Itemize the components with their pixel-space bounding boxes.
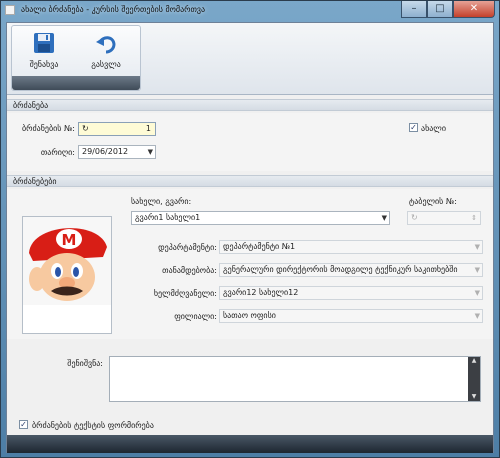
window-content: შენახვა გასვლა ბრძანება ბრძანების №: ↻ 1…	[6, 22, 494, 453]
ribbon-group-footer	[12, 76, 140, 90]
close-button[interactable]: ✕	[453, 1, 495, 18]
department-label: დეპარტამენტი:	[158, 243, 217, 252]
avatar-image: M	[23, 217, 111, 305]
scroll-down-icon[interactable]: ▼	[468, 393, 480, 400]
employee-photo: M	[22, 216, 112, 334]
svg-text:M: M	[62, 231, 77, 249]
department-value: დეპარტამენტი №1	[223, 242, 296, 251]
minimize-button[interactable]: –	[401, 1, 427, 18]
title-bar: ახალი ბრძანება - კურსის შეერთების მომართ…	[1, 1, 499, 21]
dropdown-arrow-icon: ▼	[474, 312, 480, 320]
date-label: თარიღი:	[40, 148, 75, 157]
order-section: ბრძანების №: ↻ 1 თარიღი: 29/06/2012 ▼ ✓ …	[7, 113, 493, 171]
manager-value: გვარი12 სახელი12	[223, 288, 299, 297]
position-dropdown: გენერალური დირექტორის მოადგილე ტექნიკურ …	[219, 263, 483, 277]
order-number-field[interactable]: ↻ 1	[78, 122, 156, 136]
ribbon-group-actions: შენახვა გასვლა	[11, 25, 141, 91]
save-button-label: შენახვა	[29, 60, 59, 69]
exit-button-label: გასვლა	[91, 60, 121, 69]
name-value: გვარი1 სახელი1	[135, 213, 201, 222]
date-picker[interactable]: 29/06/2012 ▼	[78, 145, 156, 159]
notes-textarea[interactable]: ▲ ▼	[109, 356, 481, 402]
date-value: 29/06/2012	[82, 147, 129, 156]
maximize-button[interactable]: □	[427, 1, 453, 18]
branch-label: ფილიალი:	[174, 312, 217, 321]
ribbon: შენახვა გასვლა	[7, 23, 493, 95]
manager-dropdown: გვარი12 სახელი12 ▼	[219, 286, 483, 300]
text-form-checkbox[interactable]: ✓	[19, 420, 28, 429]
tabel-number-field: ↻ ⇕	[407, 211, 481, 225]
dropdown-arrow-icon: ▼	[474, 243, 480, 251]
order-number-value: 1	[145, 124, 151, 133]
orders-section-header: ბრძანებები	[7, 175, 493, 187]
manager-label: ხელმძღვანელი:	[153, 289, 217, 298]
name-dropdown[interactable]: გვარი1 სახელი1 ▼	[131, 211, 390, 225]
undo-arrow-icon	[96, 36, 116, 54]
order-section-header: ბრძანება	[7, 99, 493, 111]
position-value: გენერალური დირექტორის მოადგილე ტექნიკურ …	[223, 265, 458, 274]
status-bar	[7, 435, 493, 453]
position-label: თანამდებობა:	[162, 266, 217, 275]
notes-scrollbar[interactable]: ▲ ▼	[468, 357, 480, 401]
new-checkbox[interactable]: ✓	[409, 123, 418, 132]
exit-button[interactable]: გასვლა	[78, 30, 134, 74]
refresh-icon: ↻	[411, 213, 418, 222]
notes-label: შენიშვნა:	[67, 359, 103, 368]
tabel-number-label: ტაბელის №:	[409, 197, 457, 206]
scroll-up-icon[interactable]: ▲	[468, 357, 480, 364]
dropdown-arrow-icon: ▼	[474, 264, 480, 276]
dropdown-arrow-icon[interactable]: ▼	[148, 146, 153, 158]
order-number-label: ბრძანების №:	[21, 124, 75, 133]
branch-dropdown: სათაო ოფისი ▼	[219, 309, 483, 323]
department-dropdown: დეპარტამენტი №1 ▼	[219, 240, 483, 254]
app-icon	[5, 5, 15, 15]
window-title: ახალი ბრძანება - კურსის შეერთების მომართ…	[21, 5, 206, 14]
branch-value: სათაო ოფისი	[223, 311, 276, 320]
app-window: ახალი ბრძანება - კურსის შეერთების მომართ…	[0, 0, 500, 458]
save-icon	[34, 33, 54, 53]
new-checkbox-label: ახალი	[421, 124, 446, 133]
spin-arrow-icon: ⇕	[471, 214, 477, 222]
save-button[interactable]: შენახვა	[16, 30, 72, 74]
text-form-checkbox-label: ბრძანების ტექსტის ფორმირება	[32, 421, 154, 430]
dropdown-arrow-icon[interactable]: ▼	[382, 212, 387, 224]
dropdown-arrow-icon: ▼	[474, 289, 480, 297]
refresh-icon[interactable]: ↻	[82, 123, 89, 135]
name-label: სახელი, გვარი:	[131, 197, 192, 206]
